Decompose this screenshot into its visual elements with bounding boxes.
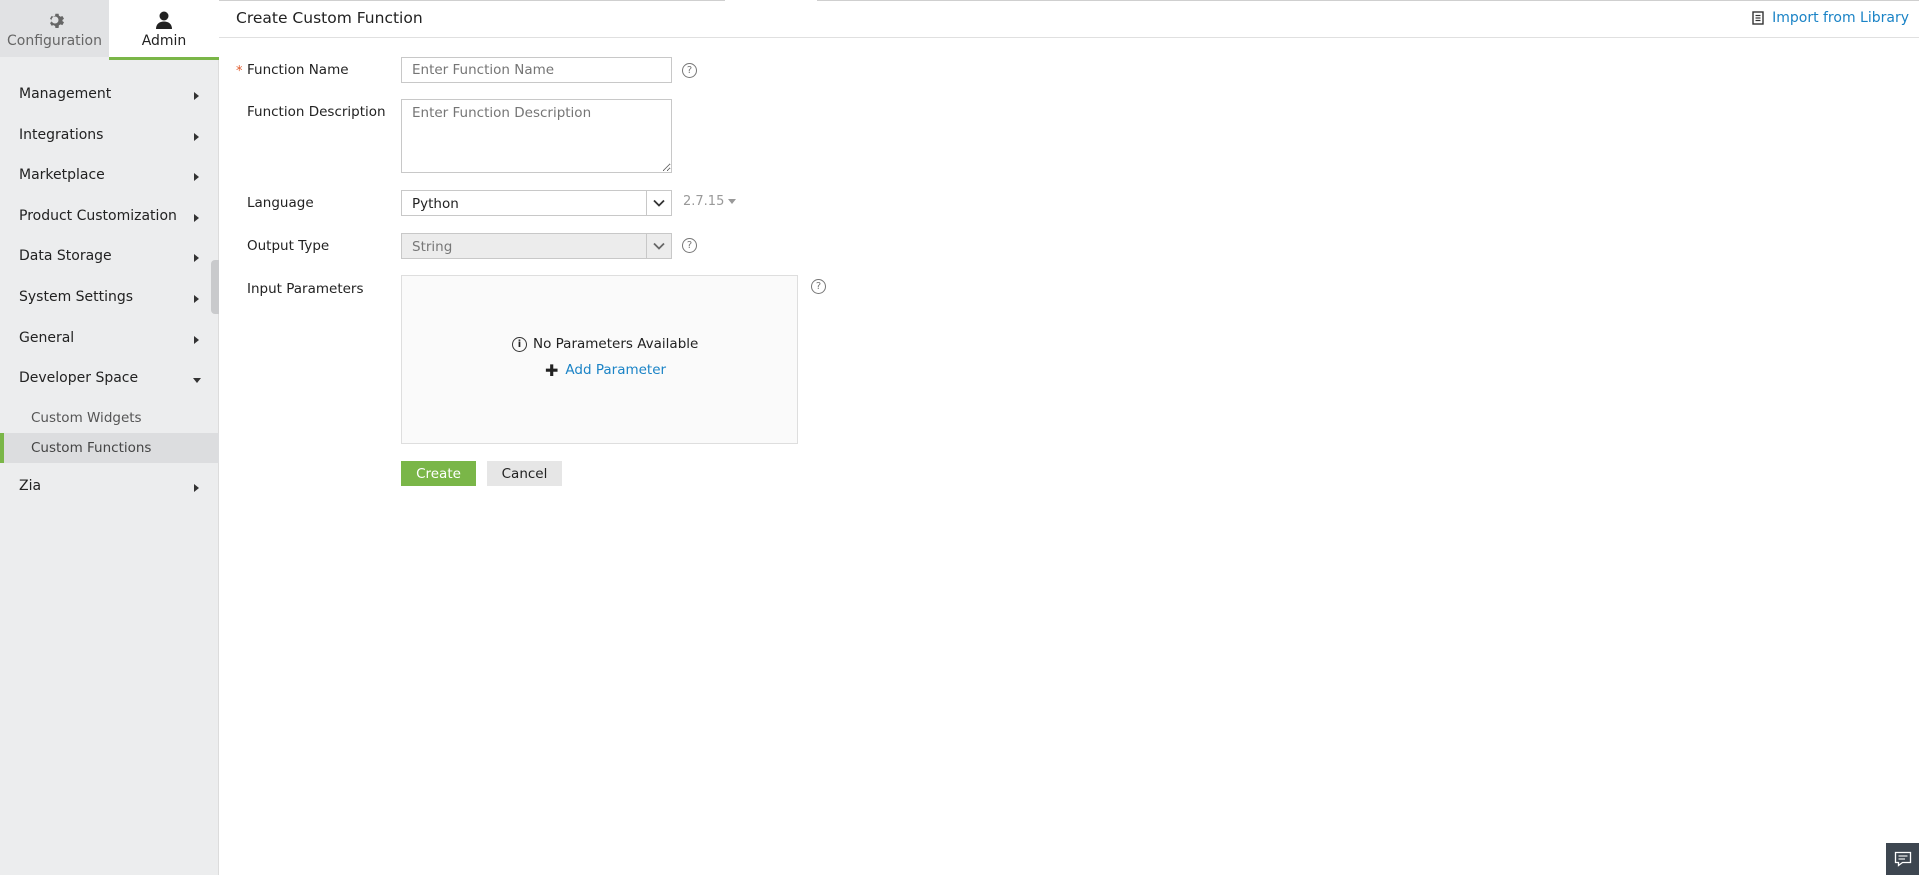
tab-configuration[interactable]: Configuration (0, 0, 109, 57)
help-icon[interactable]: ? (682, 238, 697, 253)
chevron-right-icon (194, 132, 199, 141)
no-parameters-text: No Parameters Available (533, 336, 699, 352)
language-select[interactable]: Python (401, 190, 672, 216)
user-icon (156, 11, 172, 29)
create-button[interactable]: Create (401, 461, 476, 486)
sidebar-item-data-storage[interactable]: Data Storage (0, 240, 219, 281)
chevron-right-icon (194, 173, 199, 182)
import-from-library-label: Import from Library (1772, 10, 1909, 26)
sidebar-item-integrations[interactable]: Integrations (0, 119, 219, 160)
sidebar-item-label: Management (19, 86, 112, 102)
output-type-select[interactable]: String (401, 233, 672, 259)
top-strip (725, 0, 817, 1)
sidebar-item-label: General (19, 329, 75, 346)
tab-admin-label: Admin (141, 33, 187, 49)
sidebar-item-label: Product Customization (19, 207, 177, 224)
tab-configuration-label: Configuration (7, 33, 102, 49)
caret-down-icon (728, 199, 737, 204)
add-parameter-label: Add Parameter (565, 362, 667, 378)
gear-icon (49, 13, 64, 28)
chevron-right-icon (194, 294, 199, 303)
output-type-value: String (412, 239, 453, 255)
book-icon (1752, 11, 1764, 25)
top-divider (219, 0, 1919, 1)
sidebar-item-label: Marketplace (19, 167, 105, 184)
sidebar-item-system-settings[interactable]: System Settings (0, 281, 219, 322)
sidebar-item-label: Zia (19, 477, 42, 494)
sidebar-item-label: System Settings (19, 288, 134, 305)
output-type-label: Output Type (247, 238, 330, 254)
input-parameters-label: Input Parameters (247, 281, 364, 297)
plus-icon: ✚ (545, 360, 559, 380)
chevron-right-icon (194, 254, 199, 263)
sidebar-menu: Management Integrations Marketplace Prod… (0, 78, 219, 510)
input-parameters-panel (401, 275, 798, 444)
sidebar-item-marketplace[interactable]: Marketplace (0, 159, 219, 200)
required-marker: * (236, 64, 243, 79)
sidebar-subitem-custom-functions[interactable]: Custom Functions (0, 432, 219, 463)
chevron-down-icon (193, 378, 201, 384)
sidebar-item-label: Data Storage (19, 248, 112, 265)
chevron-right-icon (194, 335, 199, 344)
chevron-down-icon (646, 234, 671, 258)
help-icon[interactable]: ? (682, 63, 697, 78)
language-label: Language (247, 195, 314, 211)
function-description-label: Function Description (247, 104, 386, 120)
page-title: Create Custom Function (236, 9, 423, 27)
sidebar-item-general[interactable]: General (0, 322, 219, 363)
sidebar-item-zia[interactable]: Zia (0, 470, 219, 511)
chat-icon (1894, 851, 1911, 867)
sidebar-item-label: Integrations (19, 126, 104, 143)
chevron-right-icon (194, 213, 199, 222)
language-version-dropdown[interactable]: 2.7.15 (683, 194, 737, 209)
sidebar: Configuration Admin Management Integrati… (0, 0, 219, 875)
function-name-label: Function Name (247, 62, 349, 78)
language-value: Python (412, 196, 459, 212)
help-icon[interactable]: ? (811, 279, 826, 294)
tab-admin[interactable]: Admin (109, 0, 219, 60)
sidebar-top-tabs: Configuration Admin (0, 0, 219, 60)
add-parameter-link[interactable]: ✚ Add Parameter (545, 362, 666, 378)
info-icon: i (512, 336, 527, 352)
language-version-value: 2.7.15 (683, 194, 725, 209)
sidebar-collapse-handle[interactable] (211, 260, 219, 314)
function-name-input[interactable] (401, 57, 672, 83)
header-divider (219, 37, 1919, 38)
sidebar-item-developer-space[interactable]: Developer Space (0, 362, 219, 403)
sidebar-item-management[interactable]: Management (0, 78, 219, 119)
chevron-down-icon (646, 191, 671, 215)
import-from-library-link[interactable]: Import from Library (1752, 10, 1909, 26)
cancel-button[interactable]: Cancel (487, 461, 562, 486)
no-parameters-message: i No Parameters Available (512, 336, 698, 352)
function-description-input[interactable] (401, 99, 672, 173)
chevron-right-icon (194, 92, 199, 100)
sidebar-subitem-custom-widgets[interactable]: Custom Widgets (0, 403, 219, 433)
sidebar-item-label: Developer Space (19, 370, 139, 387)
sidebar-item-product-customization[interactable]: Product Customization (0, 200, 219, 241)
chat-button[interactable] (1886, 843, 1919, 875)
chevron-right-icon (194, 483, 199, 492)
